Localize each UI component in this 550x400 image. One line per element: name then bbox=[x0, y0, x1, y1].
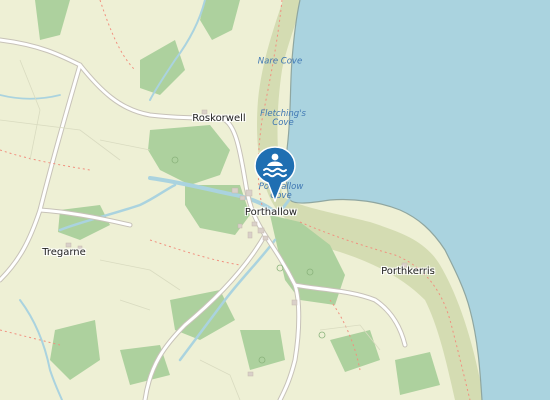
swimming-icon bbox=[254, 146, 296, 202]
water-label-fletchings-cove: Fletching's Cove bbox=[260, 109, 306, 128]
map-view[interactable]: Nare Cove Fletching's Cove Porthallow Co… bbox=[0, 0, 550, 400]
map-marker[interactable] bbox=[254, 146, 296, 202]
water-label-nare-cove: Nare Cove bbox=[257, 56, 303, 67]
place-label-porthallow: Porthallow bbox=[244, 207, 298, 218]
place-label-porthkerris: Porthkerris bbox=[381, 266, 435, 277]
place-label-roskorwell: Roskorwell bbox=[192, 113, 246, 124]
place-label-tregarne: Tregarne bbox=[42, 247, 86, 258]
